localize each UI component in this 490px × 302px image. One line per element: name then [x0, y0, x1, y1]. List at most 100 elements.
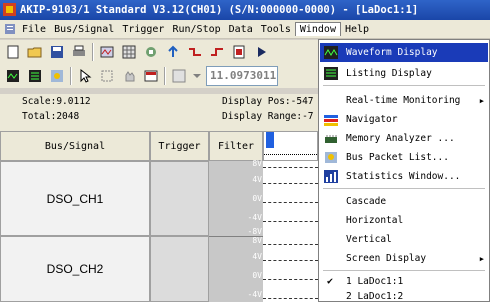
title-bar: AKIP-9103/1 Standard V3.12(CH01) (S/N:00…: [0, 0, 490, 20]
menu-help[interactable]: Help: [341, 23, 373, 36]
waveform-area[interactable]: [263, 161, 318, 302]
submenu-arrow-icon: ▶: [479, 254, 484, 263]
measure-icon[interactable]: [142, 67, 160, 85]
config-icon[interactable]: [48, 67, 66, 85]
trigger-rise-icon[interactable]: [208, 43, 226, 61]
menu-item-label: Bus Packet List...: [346, 152, 449, 163]
scale-text: Scale:9.0112: [22, 96, 91, 107]
menu-item-vertical[interactable]: Vertical: [320, 230, 488, 249]
listing-display-icon: [324, 67, 338, 80]
menu-item-label: 2 LaDoc1:2: [346, 290, 404, 302]
grid-line: [263, 202, 318, 203]
menu-item-label: Horizontal: [346, 215, 404, 226]
navigator-icon: [324, 115, 338, 126]
channel-name-cell[interactable]: DSO_CH1: [0, 161, 150, 236]
menu-item-label: Vertical: [346, 234, 392, 245]
display-pos-text: Display Pos:-547: [222, 96, 314, 107]
menu-item-screen-display[interactable]: Screen Display ▶: [320, 249, 488, 268]
document-icon[interactable]: [4, 23, 16, 35]
grid-line: [263, 167, 318, 168]
bus-signal-icon[interactable]: [98, 43, 116, 61]
scale-label: 0V: [252, 194, 262, 203]
open-folder-icon[interactable]: [26, 43, 44, 61]
grid-line: [263, 221, 318, 222]
channel-name-cell[interactable]: DSO_CH2: [0, 236, 150, 302]
statistics-window-icon: [324, 170, 338, 183]
report-icon[interactable]: [230, 43, 248, 61]
bus-packet-list-icon: [325, 152, 337, 163]
print-icon[interactable]: [70, 43, 88, 61]
display-range-text: Display Range:-7: [222, 111, 314, 122]
window-menu-dropdown: Waveform Display Listing Display Real-ti…: [318, 39, 490, 302]
trigger-cell[interactable]: [150, 236, 209, 302]
app-icon: [3, 3, 16, 16]
menu-item-memory-analyzer[interactable]: Memory Analyzer ...: [320, 129, 488, 148]
scale-label: 8V: [252, 236, 262, 245]
scale-label: -4V: [247, 290, 262, 299]
menu-item-cascade[interactable]: Cascade: [320, 192, 488, 211]
menu-bus-signal[interactable]: Bus/Signal: [50, 23, 118, 36]
menu-item-bus-packet-list[interactable]: Bus Packet List...: [320, 148, 488, 167]
listing-view-icon[interactable]: [26, 67, 44, 85]
waveform-view-icon[interactable]: [4, 67, 22, 85]
scale-label: 0V: [252, 271, 262, 280]
zoom-box-icon[interactable]: [170, 67, 188, 85]
scale-label: 4V: [252, 175, 262, 184]
menu-item-label: Cascade: [346, 196, 387, 207]
menu-item-waveform-display[interactable]: Waveform Display: [320, 43, 488, 62]
row-divider: [209, 236, 263, 237]
cursor-pointer-icon[interactable]: [76, 67, 94, 85]
hand-pan-icon[interactable]: [120, 67, 138, 85]
header-filter[interactable]: Filter: [209, 131, 263, 161]
grid-line: [263, 298, 318, 299]
info-panel: Scale:9.0112 Total:2048 Display Pos:-547…: [0, 94, 330, 131]
menu-file[interactable]: File: [18, 23, 50, 36]
cursor-select-icon[interactable]: [98, 67, 116, 85]
channel-label: DSO_CH1: [46, 191, 104, 206]
menu-item-horizontal[interactable]: Horizontal: [320, 211, 488, 230]
trigger-up-icon[interactable]: [164, 43, 182, 61]
scale-label: 8V: [252, 159, 262, 168]
menu-item-navigator[interactable]: Navigator: [320, 110, 488, 129]
run-icon[interactable]: [252, 43, 270, 61]
position-value-field[interactable]: 11.0973011: [206, 66, 278, 86]
window-title: AKIP-9103/1 Standard V3.12(CH01) (S/N:00…: [20, 4, 419, 16]
menu-item-doc-1[interactable]: ✔ 1 LaDoc1:1: [320, 272, 488, 291]
channel-config-icon[interactable]: [142, 43, 160, 61]
menu-item-statistics-window[interactable]: Statistics Window...: [320, 167, 488, 186]
header-trigger[interactable]: Trigger: [150, 131, 209, 161]
toolbar-separator: [92, 43, 94, 61]
menu-trigger[interactable]: Trigger: [118, 23, 168, 36]
dropdown-arrow-icon[interactable]: [192, 67, 202, 85]
grid-line: [263, 260, 318, 261]
grid-line: [263, 244, 318, 245]
trigger-cell[interactable]: [150, 161, 209, 236]
new-file-icon[interactable]: [4, 43, 22, 61]
time-cursor-marker[interactable]: [266, 132, 274, 148]
grid-line: [263, 183, 318, 184]
menu-item-label: Memory Analyzer ...: [346, 133, 455, 144]
menu-bar: File Bus/Signal Trigger Run/Stop Data To…: [0, 20, 490, 39]
menu-item-label: Navigator: [346, 114, 398, 125]
menu-data[interactable]: Data: [225, 23, 257, 36]
toolbar-separator: [164, 67, 166, 85]
scale-label: 4V: [252, 252, 262, 261]
submenu-arrow-icon: ▶: [479, 96, 484, 105]
menu-window[interactable]: Window: [294, 22, 341, 36]
header-bus-signal[interactable]: Bus/Signal: [0, 131, 150, 161]
menu-item-label: Screen Display: [346, 253, 427, 264]
menu-item-realtime-monitoring[interactable]: Real-time Monitoring ▶: [320, 91, 488, 110]
menu-tools[interactable]: Tools: [257, 23, 295, 36]
waveform-display-icon: [324, 46, 338, 59]
checkmark-icon: ✔: [327, 276, 334, 287]
total-text: Total:2048: [22, 111, 80, 122]
menu-run-stop[interactable]: Run/Stop: [168, 23, 224, 36]
scale-column: 8V 4V 0V -4V -8V 8V 4V 0V -4V: [209, 159, 263, 302]
save-icon[interactable]: [48, 43, 66, 61]
menu-item-listing-display[interactable]: Listing Display: [320, 64, 488, 83]
menu-item-doc-2[interactable]: 2 LaDoc1:2: [320, 290, 488, 302]
menu-separator: [323, 188, 485, 189]
grid-setup-icon[interactable]: [120, 43, 138, 61]
channel-label: DSO_CH2: [46, 262, 104, 276]
trigger-fall-icon[interactable]: [186, 43, 204, 61]
